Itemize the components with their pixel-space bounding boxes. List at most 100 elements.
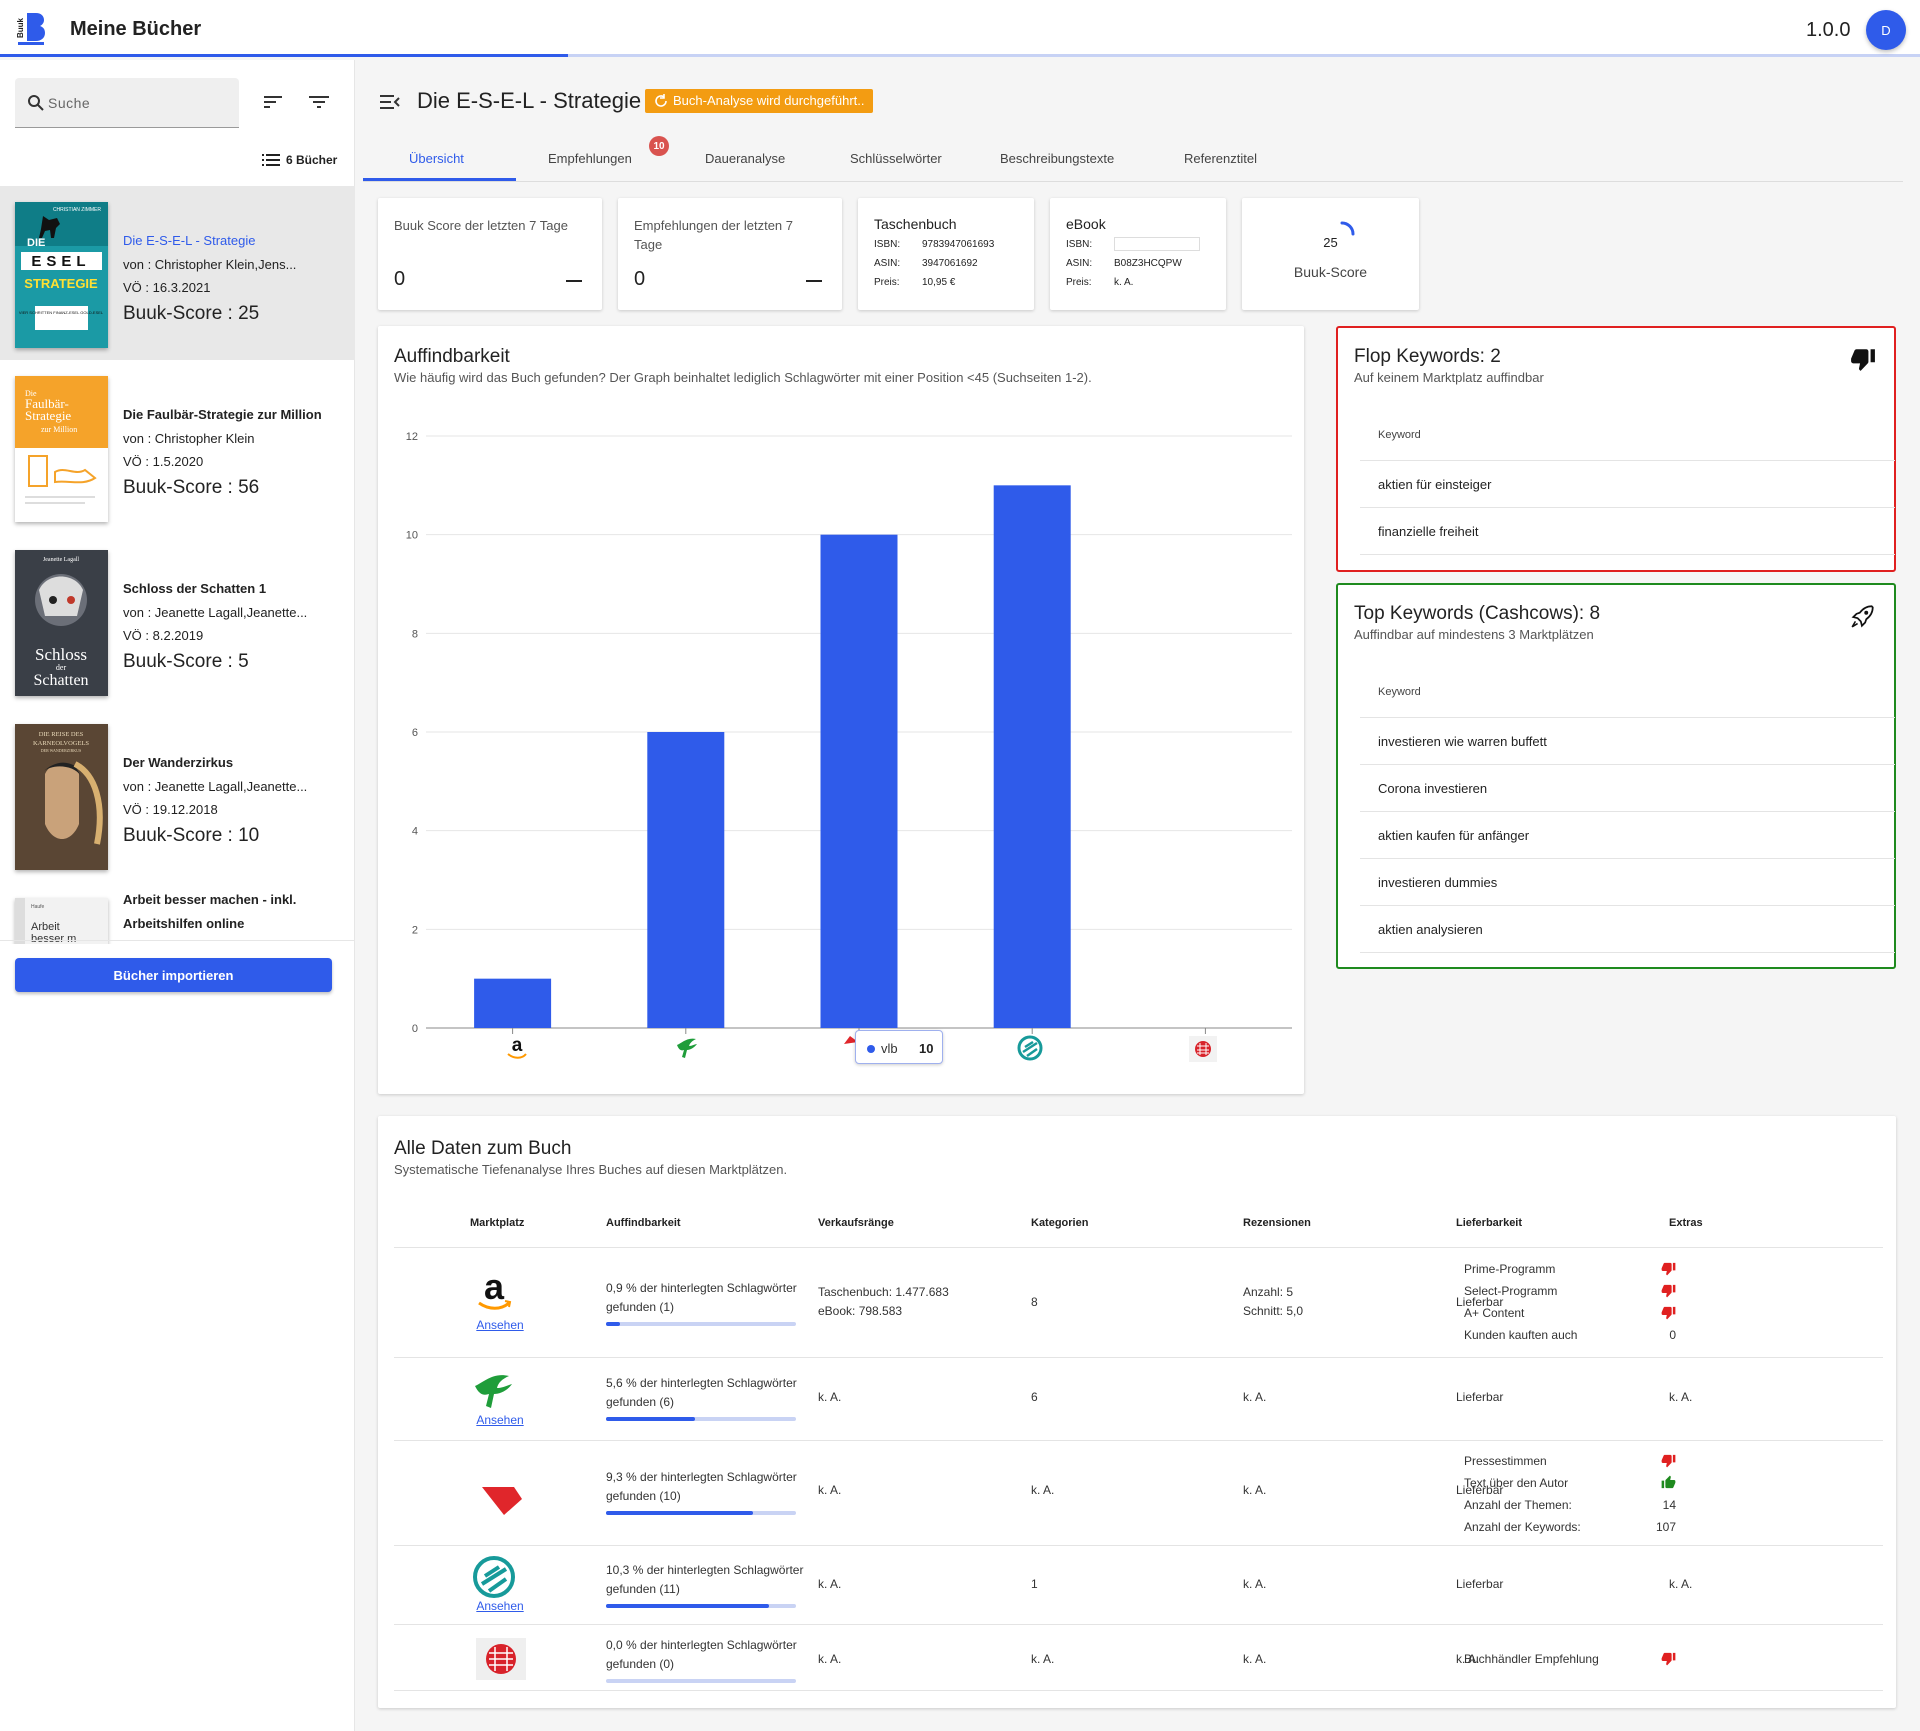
reviews-cell: k. A.	[1243, 1390, 1267, 1404]
findability-progress	[606, 1604, 796, 1608]
column-header-lieferbarkeit: Lieferbarkeit	[1456, 1217, 1523, 1229]
findability-progress-fill	[606, 1604, 770, 1608]
extras-label: Pressestimmen	[1464, 1454, 1547, 1468]
tab-schluesselwoerter[interactable]: Schlüsselwörter	[850, 151, 942, 166]
svg-text:DIE: DIE	[27, 237, 45, 249]
tab-referenztitel[interactable]: Referenztitel	[1184, 151, 1257, 166]
extras-item: A+ Content	[1464, 1302, 1676, 1324]
svg-text:CHRISTIAN ZIMMER: CHRISTIAN ZIMMER	[53, 207, 101, 213]
avatar[interactable]: D	[1866, 10, 1906, 50]
view-link[interactable]: Ansehen	[470, 1318, 530, 1332]
extras-value	[1661, 1475, 1676, 1493]
filter-icon[interactable]	[308, 94, 330, 110]
book-list-item[interactable]: DIE REISE DES KARNEOLVOGELS DER WANDERZI…	[0, 708, 355, 882]
extras-cell: k. A.	[1669, 1577, 1693, 1591]
svg-text:Arbeit: Arbeit	[31, 921, 60, 933]
extras-value: 107	[1655, 1520, 1676, 1534]
bar-amazon[interactable]	[474, 978, 552, 1028]
column-header-marktplatz: Marktplatz	[470, 1217, 525, 1229]
keyword-column-header: Keyword	[1378, 686, 1421, 698]
amazon-icon: a	[507, 1036, 527, 1059]
extras-label: Kunden kauften auch	[1464, 1328, 1578, 1342]
keyword-column-header: Keyword	[1378, 429, 1421, 441]
svg-text:a: a	[484, 1271, 505, 1307]
import-books-button[interactable]: Bücher importieren	[15, 958, 332, 992]
svg-text:zur Million: zur Million	[41, 425, 77, 434]
book-score: Buuk-Score : 25	[123, 303, 260, 324]
book-info: Der Wanderzirkus von : Jeanette Lagall,J…	[123, 755, 343, 847]
book-list-item[interactable]: CHRISTIAN ZIMMER DIE ESEL STRATEGIE VIER…	[0, 186, 355, 360]
isbn-value: 9783947061693	[922, 239, 995, 250]
findability-line: 0,9 % der hinterlegten Schlagwörter	[606, 1281, 797, 1295]
findability-line: gefunden (6)	[606, 1395, 675, 1409]
y-tick-label: 0	[412, 1023, 418, 1035]
delivery-cell: Lieferbar	[1456, 1577, 1504, 1591]
top-keywords-card: Top Keywords (Cashcows): 8 Auffindbar au…	[1336, 583, 1896, 969]
thalia-logo-icon	[475, 1375, 512, 1408]
isbn-key: ISBN:	[1066, 239, 1093, 250]
divider	[1360, 952, 1895, 953]
top-keyword-item: aktien analysieren	[1378, 922, 1483, 937]
extras-value	[1661, 1651, 1676, 1669]
page-title: Die E-S-E-L - Strategie	[417, 88, 642, 113]
findability-line: gefunden (1)	[606, 1300, 675, 1314]
findability-progress	[606, 1511, 796, 1515]
book-list-item[interactable]: Haufe Arbeit besser m Arbeit besser mach…	[0, 882, 355, 944]
bar-thalia[interactable]	[647, 732, 725, 1028]
menu-collapse-icon[interactable]	[380, 94, 400, 110]
isbn-key: ISBN:	[874, 239, 901, 250]
bar-vlb[interactable]	[820, 534, 898, 1028]
asin-key: ASIN:	[874, 258, 901, 269]
tab-daueranalyse[interactable]: Daueranalyse	[705, 151, 785, 166]
book-count: 6 Bücher	[262, 153, 337, 167]
flop-keywords-subtitle: Auf keinem Marktplatz auffindbar	[1354, 370, 1544, 385]
divider	[394, 1624, 1883, 1625]
all-data-card: Alle Daten zum Buch Systematische Tiefen…	[378, 1116, 1896, 1708]
thumbs-down-icon	[1661, 1306, 1676, 1320]
book-date: VÖ : 8.2.2019	[123, 628, 204, 643]
svg-text:Haufe: Haufe	[31, 904, 45, 910]
search-placeholder: Suche	[48, 95, 91, 111]
tab-beschreibungstexte[interactable]: Beschreibungstexte	[1000, 151, 1114, 166]
column-header-rezensionen: Rezensionen	[1243, 1217, 1311, 1229]
tab-uebersicht[interactable]: Übersicht	[409, 151, 464, 166]
sort-icon[interactable]	[262, 94, 284, 110]
bar-ebook.de[interactable]	[993, 485, 1071, 1028]
book-info: Schloss der Schatten 1 von : Jeanette La…	[123, 581, 343, 673]
top-keyword-item: aktien kaufen für anfänger	[1378, 828, 1530, 843]
svg-text:VIER SCHRITTEN FINANZ-ESEL GOL: VIER SCHRITTEN FINANZ-ESEL GOLD-ESEL	[19, 310, 104, 315]
categories-cell: 8	[1031, 1295, 1038, 1309]
asin-value: 3947061692	[922, 258, 978, 269]
view-link[interactable]: Ansehen	[470, 1599, 530, 1613]
categories-cell: 6	[1031, 1390, 1038, 1404]
svg-text:Schloss: Schloss	[35, 645, 87, 664]
extras-item: Text über den Autor	[1464, 1472, 1676, 1494]
column-header-verkaufsraenge: Verkaufsränge	[818, 1217, 894, 1229]
book-list-item[interactable]: Jeanette Lagall Schloss der Schatten Sch…	[0, 534, 355, 708]
tab-empfehlungen[interactable]: Empfehlungen	[548, 151, 632, 166]
version-label: 1.0.0	[1806, 19, 1851, 41]
book-info: Arbeit besser machen - inkl. Arbeitshilf…	[123, 892, 343, 940]
score-gauge-label: Buuk-Score	[1293, 264, 1368, 280]
column-header-auffindbarkeit: Auffindbarkeit	[606, 1217, 681, 1229]
trend-flat-icon	[566, 280, 582, 282]
extras-item: Select-Programm	[1464, 1280, 1676, 1302]
thumbs-down-icon	[1661, 1262, 1676, 1276]
findability-progress-fill	[606, 1322, 621, 1326]
categories-cell: k. A.	[1031, 1483, 1055, 1497]
view-link[interactable]: Ansehen	[470, 1413, 530, 1427]
divider	[1360, 460, 1895, 461]
y-tick-label: 8	[412, 628, 418, 640]
findability-text: 0,9 % der hinterlegten Schlagwörter gefun…	[606, 1279, 797, 1317]
extras-label: Anzahl der Themen:	[1464, 1498, 1572, 1512]
book-list-item[interactable]: Die Faulbär- Strategie zur Million Die F…	[0, 360, 355, 534]
buuk-logo[interactable]: Buuk	[14, 12, 48, 46]
divider	[1360, 858, 1895, 859]
y-tick-label: 4	[412, 826, 418, 838]
extras-item: Kunden kauften auch 0	[1464, 1324, 1676, 1346]
buuk-score-card: 25 Buuk-Score	[1242, 198, 1419, 310]
findability-progress-fill	[606, 1511, 754, 1515]
book-cover: Jeanette Lagall Schloss der Schatten	[15, 550, 108, 696]
rocket-icon	[1851, 605, 1874, 628]
search-input[interactable]: Suche	[15, 78, 239, 128]
